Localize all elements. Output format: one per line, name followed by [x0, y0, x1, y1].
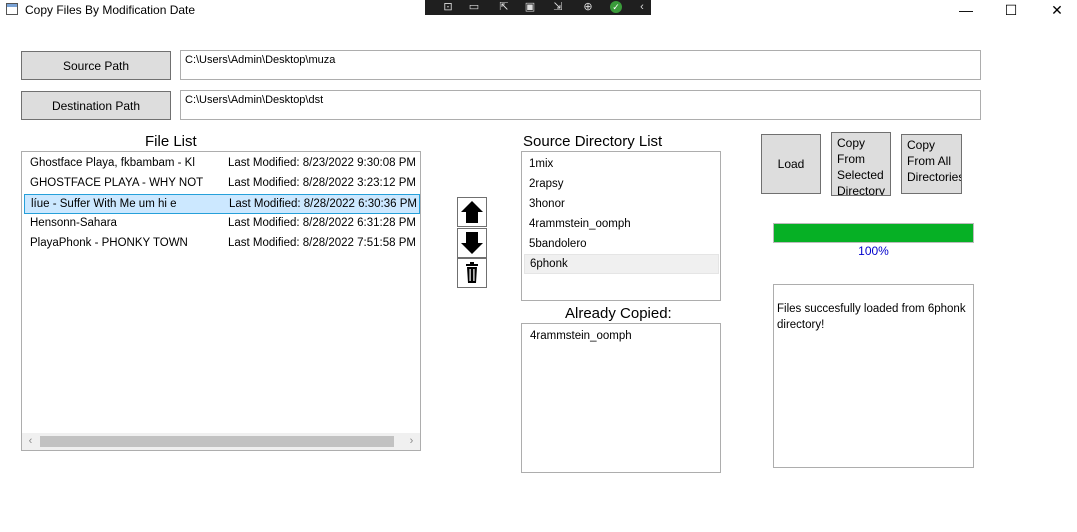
directory-item[interactable]: 2rapsy	[524, 174, 719, 194]
arrow-down-icon	[461, 232, 483, 254]
already-copied-header: Already Copied:	[565, 305, 672, 322]
minimize-button[interactable]: —	[943, 0, 989, 20]
file-name: líue - Suffer With Me um hi e	[31, 198, 177, 210]
directory-item[interactable]: 1mix	[524, 154, 719, 174]
trash-icon	[466, 262, 478, 283]
progress-bar	[773, 223, 974, 243]
move-down-button[interactable]	[457, 228, 487, 258]
horizontal-scrollbar[interactable]: ‹ ›	[22, 433, 420, 450]
file-name: GHOSTFACE PLAYA - WHY NOT	[30, 177, 204, 189]
destination-path-button[interactable]: Destination Path	[21, 91, 171, 120]
file-name: Ghostface Playa, fkbambam - Kl	[30, 157, 195, 169]
chevron-left-icon[interactable]: ‹	[633, 1, 651, 14]
source-path-field[interactable]: C:\Users\Admin\Desktop\muza	[180, 50, 981, 80]
maximize-button[interactable]: ☐	[988, 0, 1034, 20]
copied-item[interactable]: 4rammstein_oomph	[525, 326, 720, 346]
select-element-icon[interactable]: ⊡	[439, 1, 457, 14]
file-modified: Last Modified: 8/28/2022 6:30:36 PM	[229, 198, 417, 210]
file-name: PlayaPhonk - PHONKY TOWN	[30, 237, 188, 249]
debug-toolbar: ⊡ ▭ ⇱ ▣ ⇲ ⊕ ✓ ‹	[425, 0, 651, 15]
file-list-item[interactable]: Hensonn-Sahara Last Modified: 8/28/2022 …	[24, 214, 420, 234]
file-list-item[interactable]: GHOSTFACE PLAYA - WHY NOT Last Modified:…	[24, 174, 420, 194]
source-directory-header: Source Directory List	[523, 133, 663, 150]
progress-fill	[774, 224, 973, 242]
close-button[interactable]: ✕	[1034, 0, 1077, 20]
source-path-button[interactable]: Source Path	[21, 51, 171, 80]
directory-item-hovered[interactable]: 6phonk	[524, 254, 719, 274]
file-list-header: File List	[145, 133, 197, 150]
already-copied-list[interactable]: 4rammstein_oomph	[521, 323, 721, 473]
file-name: Hensonn-Sahara	[30, 217, 117, 229]
status-message: Files succesfully loaded from 6phonk dir…	[773, 284, 974, 468]
copy-from-all-button[interactable]: Copy From All Directories	[901, 134, 962, 194]
file-list-item-selected[interactable]: líue - Suffer With Me um hi e Last Modif…	[24, 194, 420, 214]
file-modified: Last Modified: 8/23/2022 9:30:08 PM	[228, 157, 416, 169]
file-list-item[interactable]: Ghostface Playa, fkbambam - Kl Last Modi…	[24, 154, 420, 174]
arrow-up-icon	[461, 201, 483, 223]
file-list-item[interactable]: PlayaPhonk - PHONKY TOWN Last Modified: …	[24, 234, 420, 254]
video-icon[interactable]: ▭	[465, 1, 483, 14]
directory-item[interactable]: 5bandolero	[524, 234, 719, 254]
directory-item[interactable]: 3honor	[524, 194, 719, 214]
inspect-icon[interactable]: ⊕	[579, 1, 597, 14]
pointer-icon[interactable]: ⇱	[495, 1, 513, 14]
file-modified: Last Modified: 8/28/2022 3:23:12 PM	[228, 177, 416, 189]
title-bar: Copy Files By Modification Date ⊡ ▭ ⇱ ▣ …	[0, 0, 1077, 22]
check-icon[interactable]: ✓	[610, 1, 622, 13]
scroll-right-icon[interactable]: ›	[403, 433, 420, 450]
file-list[interactable]: Ghostface Playa, fkbambam - Kl Last Modi…	[21, 151, 421, 451]
directory-item[interactable]: 4rammstein_oomph	[524, 214, 719, 234]
move-up-button[interactable]	[457, 197, 487, 227]
copy-from-selected-button[interactable]: Copy From Selected Directory	[831, 132, 891, 196]
app-icon	[6, 3, 18, 15]
progress-percent: 100%	[858, 244, 889, 258]
source-directory-list[interactable]: 1mix 2rapsy 3honor 4rammstein_oomph 5ban…	[521, 151, 721, 301]
delete-button[interactable]	[457, 258, 487, 288]
file-modified: Last Modified: 8/28/2022 6:31:28 PM	[228, 217, 416, 229]
scroll-left-icon[interactable]: ‹	[22, 433, 39, 450]
destination-path-field[interactable]: C:\Users\Admin\Desktop\dst	[180, 90, 981, 120]
window-title: Copy Files By Modification Date	[25, 3, 196, 17]
scrollbar-thumb[interactable]	[40, 436, 394, 447]
file-modified: Last Modified: 8/28/2022 7:51:58 PM	[228, 237, 416, 249]
pointer-select-icon[interactable]: ⇲	[549, 1, 567, 14]
frame-icon[interactable]: ▣	[521, 1, 539, 14]
load-button[interactable]: Load	[761, 134, 821, 194]
